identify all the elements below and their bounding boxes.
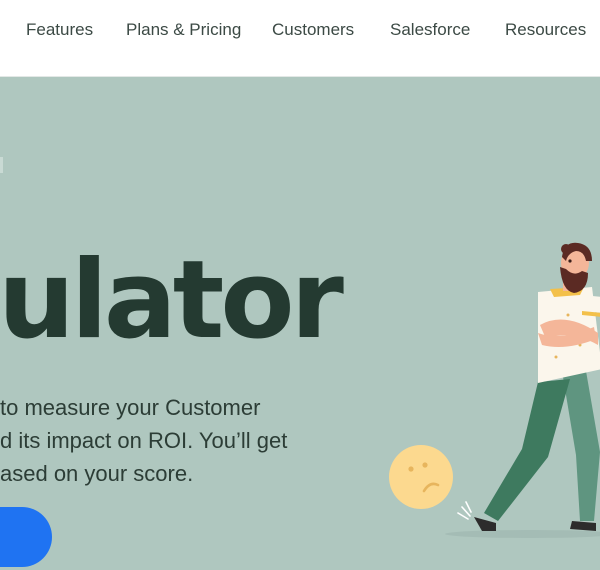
man-kicking-ball-illustration <box>389 242 600 538</box>
nav-item-resources[interactable]: Resources <box>505 20 586 40</box>
nav-item-customers[interactable]: Customers <box>272 20 354 40</box>
hero-title: ulator <box>0 238 344 363</box>
nav-item-features[interactable]: Features <box>26 20 93 40</box>
hero-description-line: ased on your score. <box>0 461 194 486</box>
nav-item-salesforce[interactable]: Salesforce <box>390 20 470 40</box>
top-navigation: Features Plans & Pricing Customers Sales… <box>0 0 600 77</box>
hero-description: to measure your Customer d its impact on… <box>0 391 330 490</box>
hero-description-line: to measure your Customer <box>0 395 261 420</box>
hero-decoration <box>0 157 3 173</box>
sad-face-icon <box>389 445 453 509</box>
hero-section: ulator to measure your Customer d its im… <box>0 77 600 570</box>
nav-item-plans-pricing[interactable]: Plans & Pricing <box>126 20 241 40</box>
cta-button[interactable] <box>0 507 52 567</box>
hero-description-line: d its impact on ROI. You’ll get <box>0 428 288 453</box>
